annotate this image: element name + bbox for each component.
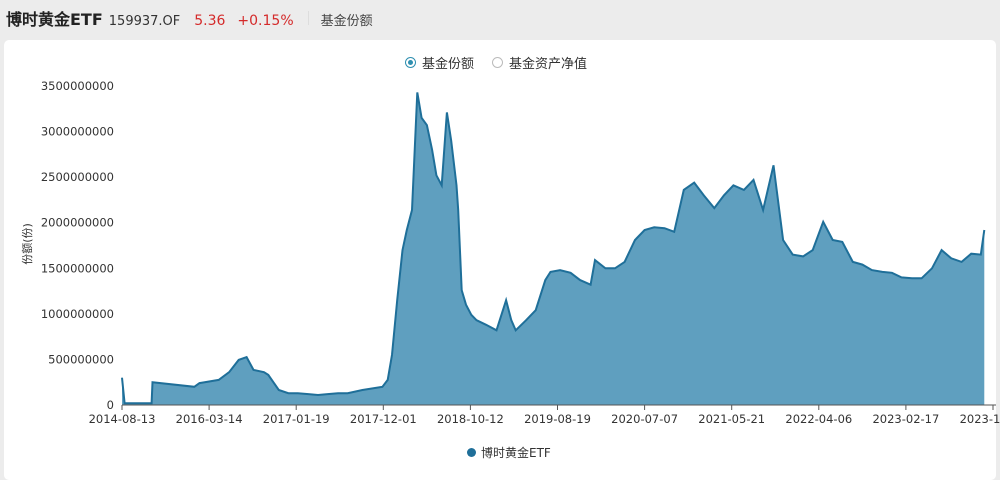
x-tick-label: 2023-02-17 bbox=[872, 412, 939, 426]
x-tick-label: 2019-08-19 bbox=[524, 412, 591, 426]
x-tick-label: 2020-07-07 bbox=[611, 412, 678, 426]
x-tick-label: 2021-05-21 bbox=[698, 412, 765, 426]
x-tick-label: 2017-01-19 bbox=[263, 412, 330, 426]
y-axis-label: 份额(份) bbox=[20, 223, 34, 265]
x-tick-label: 2016-03-14 bbox=[176, 412, 243, 426]
x-tick-label: 2022-04-06 bbox=[785, 412, 852, 426]
y-tick-label: 0 bbox=[107, 398, 114, 412]
legend-label: 博时黄金ETF bbox=[481, 446, 551, 460]
y-tick-label: 500000000 bbox=[48, 352, 114, 366]
x-tick-label: 2018-10-12 bbox=[437, 412, 504, 426]
legend[interactable]: 博时黄金ETF bbox=[467, 444, 551, 461]
y-tick-label: 2000000000 bbox=[41, 216, 114, 230]
y-tick-label: 1000000000 bbox=[41, 307, 114, 321]
x-tick-label: 2017-12-01 bbox=[350, 412, 417, 426]
legend-dot-icon bbox=[467, 448, 476, 457]
y-tick-label: 3500000000 bbox=[41, 79, 114, 93]
y-tick-label: 1500000000 bbox=[41, 261, 114, 275]
series-area bbox=[122, 92, 985, 406]
y-tick-label: 2500000000 bbox=[41, 170, 114, 184]
area-chart: 0 500000000 1000000000 1500000000 2000000000… bbox=[41, 79, 1000, 426]
y-tick-label: 3000000000 bbox=[41, 125, 114, 139]
x-tick-label: 2014-08-13 bbox=[89, 412, 156, 426]
x-tick-label: 2023-12-27 bbox=[960, 412, 1000, 426]
